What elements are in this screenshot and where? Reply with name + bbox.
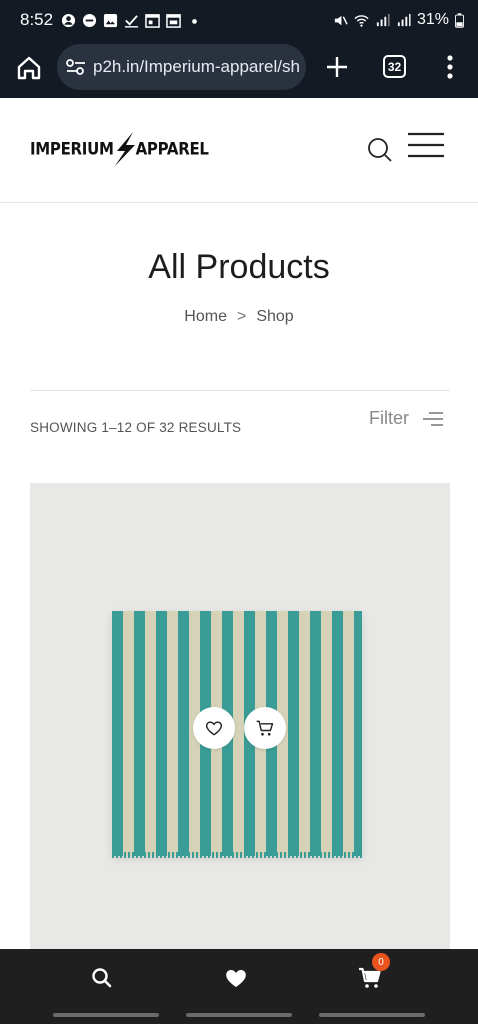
image-icon [104, 13, 118, 27]
mute-icon [334, 15, 348, 25]
system-icons: 31% [333, 11, 464, 29]
breadcrumb-home[interactable]: Home [184, 308, 227, 325]
scarf-fringe [112, 852, 362, 858]
dot-icon [192, 18, 197, 24]
status-time: 8:52 [20, 10, 54, 29]
notification-icons [61, 13, 202, 28]
striped-scarf-image [112, 611, 362, 856]
filter-button[interactable]: Filter [369, 408, 443, 429]
new-tab-icon[interactable] [322, 52, 352, 82]
tab-switcher-button[interactable]: 32 [383, 55, 406, 78]
add-to-cart-button[interactable] [244, 707, 286, 749]
heart-icon [205, 721, 223, 736]
nav-gesture-pill[interactable] [186, 1013, 292, 1017]
search-icon[interactable] [366, 136, 394, 164]
battery-percent: 31% [416, 11, 449, 28]
results-count: SHOWING 1–12 OF 32 RESULTS [30, 420, 242, 435]
calendar-icon [145, 13, 160, 28]
cart-count-badge: 0 [372, 953, 390, 971]
filter-label[interactable]: Filter [369, 408, 409, 429]
divider [30, 390, 450, 391]
nav-gesture-pill[interactable] [53, 1013, 159, 1017]
lightning-bolt-icon [114, 132, 135, 166]
page-title: All Products [148, 248, 330, 286]
site-logo[interactable]: IMPERIUM APPAREL [30, 132, 209, 166]
browser-toolbar: p2h.in/Imperium-apparel/sh 32 [0, 40, 478, 98]
breadcrumb-current: Shop [256, 308, 294, 325]
signal-icon [397, 13, 411, 26]
hamburger-menu-icon[interactable] [408, 132, 444, 158]
more-menu-icon[interactable] [438, 52, 462, 82]
bottom-nav: 0 [0, 949, 478, 1007]
nav-gesture-pill[interactable] [319, 1013, 425, 1017]
calendar-icon [166, 13, 181, 28]
status-bar: 8:52 31% [0, 0, 478, 40]
cart-icon [256, 720, 274, 736]
site-settings-icon[interactable] [65, 56, 87, 78]
home-icon[interactable] [14, 53, 44, 83]
breadcrumb-separator: > [236, 308, 247, 325]
search-icon[interactable] [90, 966, 114, 990]
add-to-wishlist-button[interactable] [193, 707, 235, 749]
site-header: IMPERIUM APPAREL [0, 98, 478, 203]
filter-lines-icon[interactable] [423, 411, 443, 427]
breadcrumb: Home > Shop [0, 308, 478, 326]
system-navigation-bar [0, 1007, 478, 1024]
url-text[interactable]: p2h.in/Imperium-apparel/sh [93, 57, 300, 77]
battery-icon [455, 12, 464, 28]
product-image[interactable] [30, 483, 450, 953]
app-icon [83, 13, 97, 27]
heart-icon[interactable] [224, 966, 248, 990]
tab-count: 32 [387, 59, 402, 74]
account-icon [62, 13, 76, 27]
logo-text-right: APPAREL [135, 138, 209, 160]
address-bar[interactable]: p2h.in/Imperium-apparel/sh [57, 44, 306, 90]
check-icon [125, 14, 139, 28]
wifi-icon [354, 14, 369, 27]
signal-icon [376, 13, 390, 26]
logo-text-left: IMPERIUM [30, 138, 114, 160]
